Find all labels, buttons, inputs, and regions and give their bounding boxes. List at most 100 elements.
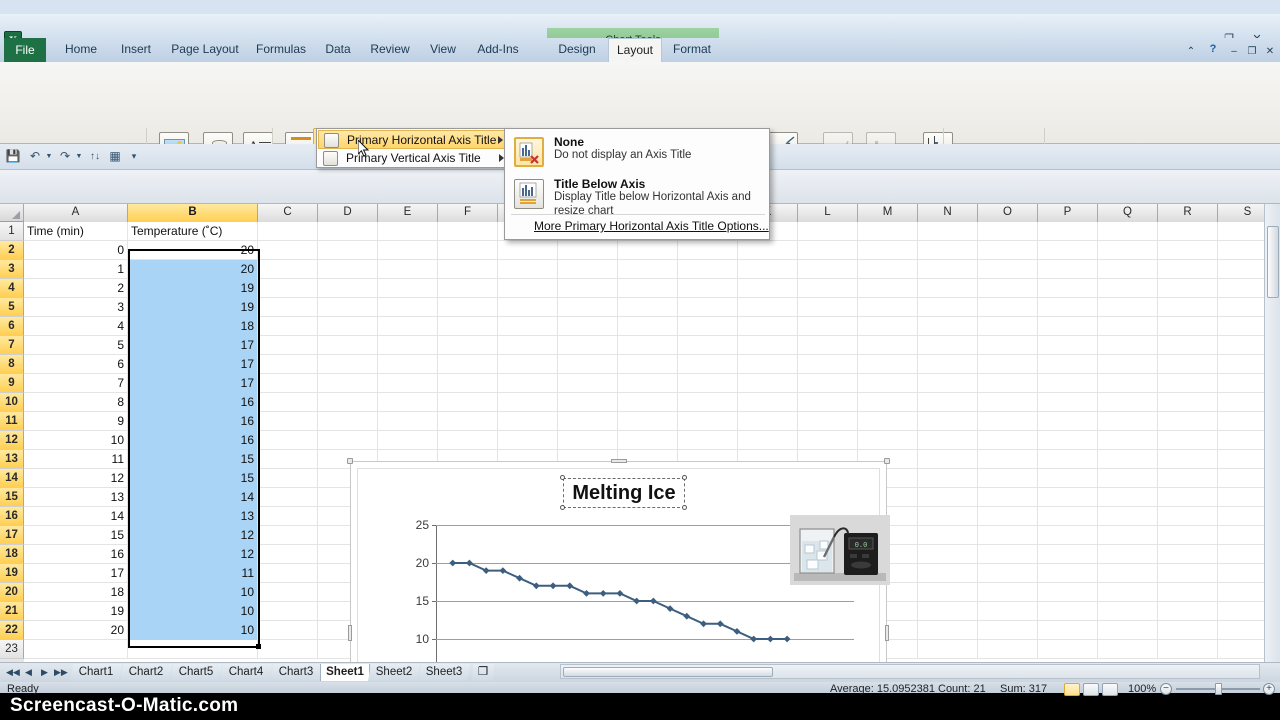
cell-P18[interactable] bbox=[1038, 545, 1098, 564]
cell-D8[interactable] bbox=[318, 355, 378, 374]
cell-E12[interactable] bbox=[378, 431, 438, 450]
cell-H12[interactable] bbox=[558, 431, 618, 450]
cell-H8[interactable] bbox=[558, 355, 618, 374]
cell-L7[interactable] bbox=[798, 336, 858, 355]
fill-handle[interactable] bbox=[256, 644, 261, 649]
cell-R8[interactable] bbox=[1158, 355, 1218, 374]
cell-G2[interactable] bbox=[498, 241, 558, 260]
page-break-view-icon[interactable] bbox=[1102, 683, 1118, 696]
cell-D7[interactable] bbox=[318, 336, 378, 355]
cell-N20[interactable] bbox=[918, 583, 978, 602]
undo-icon[interactable]: ↶ bbox=[26, 148, 44, 166]
tab-formulas[interactable]: Formulas bbox=[248, 38, 314, 62]
cell-A14[interactable]: 12 bbox=[24, 469, 128, 488]
save-icon[interactable]: 💾 bbox=[4, 148, 22, 166]
chart-handle-l[interactable] bbox=[348, 625, 352, 641]
cell-O18[interactable] bbox=[978, 545, 1038, 564]
cell-M12[interactable] bbox=[858, 431, 918, 450]
tab-design[interactable]: Design bbox=[548, 38, 606, 62]
cell-C8[interactable] bbox=[258, 355, 318, 374]
cell-Q6[interactable] bbox=[1098, 317, 1158, 336]
window2-restore-button[interactable]: ❐ bbox=[1244, 44, 1260, 60]
cell-N2[interactable] bbox=[918, 241, 978, 260]
row-header-3[interactable]: 3 bbox=[0, 260, 24, 279]
cell-Q18[interactable] bbox=[1098, 545, 1158, 564]
cell-L2[interactable] bbox=[798, 241, 858, 260]
nav-first-sheet[interactable]: ◀◀ bbox=[6, 666, 20, 679]
cell-P9[interactable] bbox=[1038, 374, 1098, 393]
customize-toolbar-icon[interactable]: ▾ bbox=[126, 148, 142, 166]
cell-B8[interactable]: 17 bbox=[128, 355, 258, 374]
select-all-corner[interactable] bbox=[0, 204, 24, 222]
cell-C15[interactable] bbox=[258, 488, 318, 507]
cell-R13[interactable] bbox=[1158, 450, 1218, 469]
cell-J2[interactable] bbox=[678, 241, 738, 260]
cell-M6[interactable] bbox=[858, 317, 918, 336]
cell-P19[interactable] bbox=[1038, 564, 1098, 583]
cell-Q23[interactable] bbox=[1098, 640, 1158, 659]
cell-N16[interactable] bbox=[918, 507, 978, 526]
cell-C16[interactable] bbox=[258, 507, 318, 526]
cell-N3[interactable] bbox=[918, 260, 978, 279]
cell-J6[interactable] bbox=[678, 317, 738, 336]
column-header-f[interactable]: F bbox=[438, 204, 498, 222]
cell-B14[interactable]: 15 bbox=[128, 469, 258, 488]
cell-I10[interactable] bbox=[618, 393, 678, 412]
cell-P7[interactable] bbox=[1038, 336, 1098, 355]
cell-E2[interactable] bbox=[378, 241, 438, 260]
row-header-22[interactable]: 22 bbox=[0, 621, 24, 640]
cell-N21[interactable] bbox=[918, 602, 978, 621]
nav-last-sheet[interactable]: ▶▶ bbox=[54, 666, 68, 679]
cell-P14[interactable] bbox=[1038, 469, 1098, 488]
row-header-11[interactable]: 11 bbox=[0, 412, 24, 431]
cell-R19[interactable] bbox=[1158, 564, 1218, 583]
cell-D4[interactable] bbox=[318, 279, 378, 298]
cell-Q16[interactable] bbox=[1098, 507, 1158, 526]
cell-M11[interactable] bbox=[858, 412, 918, 431]
zoom-in-button[interactable]: + bbox=[1263, 683, 1275, 695]
cell-P1[interactable] bbox=[1038, 222, 1098, 241]
cell-A7[interactable]: 5 bbox=[24, 336, 128, 355]
sheet-tab-chart1[interactable]: Chart1 bbox=[70, 664, 122, 681]
cell-R11[interactable] bbox=[1158, 412, 1218, 431]
cell-C13[interactable] bbox=[258, 450, 318, 469]
chart-handle-tl[interactable] bbox=[347, 458, 353, 464]
row-header-14[interactable]: 14 bbox=[0, 469, 24, 488]
cell-P5[interactable] bbox=[1038, 298, 1098, 317]
cell-H7[interactable] bbox=[558, 336, 618, 355]
cell-I5[interactable] bbox=[618, 298, 678, 317]
ribbon-minimize-icon[interactable]: ⌃ bbox=[1182, 44, 1200, 60]
cell-B1[interactable]: Temperature (˚C) bbox=[128, 222, 258, 241]
cell-O6[interactable] bbox=[978, 317, 1038, 336]
cell-C19[interactable] bbox=[258, 564, 318, 583]
cell-F9[interactable] bbox=[438, 374, 498, 393]
cell-F3[interactable] bbox=[438, 260, 498, 279]
tab-page-layout[interactable]: Page Layout bbox=[164, 38, 246, 62]
cell-N5[interactable] bbox=[918, 298, 978, 317]
cell-G3[interactable] bbox=[498, 260, 558, 279]
cell-F11[interactable] bbox=[438, 412, 498, 431]
cell-N1[interactable] bbox=[918, 222, 978, 241]
cell-M8[interactable] bbox=[858, 355, 918, 374]
cell-J9[interactable] bbox=[678, 374, 738, 393]
cell-P17[interactable] bbox=[1038, 526, 1098, 545]
cell-B18[interactable]: 12 bbox=[128, 545, 258, 564]
cell-B3[interactable]: 20 bbox=[128, 260, 258, 279]
cell-K3[interactable] bbox=[738, 260, 798, 279]
cell-A21[interactable]: 19 bbox=[24, 602, 128, 621]
cell-L3[interactable] bbox=[798, 260, 858, 279]
menu-primary-vertical-axis-title[interactable]: Primary Vertical Axis Title bbox=[318, 149, 510, 168]
cell-N15[interactable] bbox=[918, 488, 978, 507]
chart-object[interactable]: Melting Ice 0510152025 0510152025 bbox=[347, 458, 890, 662]
cell-L10[interactable] bbox=[798, 393, 858, 412]
sheet-tab-chart3[interactable]: Chart3 bbox=[270, 664, 322, 681]
cell-B12[interactable]: 16 bbox=[128, 431, 258, 450]
zoom-out-button[interactable]: − bbox=[1160, 683, 1172, 695]
tab-insert[interactable]: Insert bbox=[110, 38, 162, 62]
cell-R12[interactable] bbox=[1158, 431, 1218, 450]
cell-O2[interactable] bbox=[978, 241, 1038, 260]
cell-C21[interactable] bbox=[258, 602, 318, 621]
column-header-m[interactable]: M bbox=[858, 204, 918, 222]
cell-E11[interactable] bbox=[378, 412, 438, 431]
cell-Q12[interactable] bbox=[1098, 431, 1158, 450]
